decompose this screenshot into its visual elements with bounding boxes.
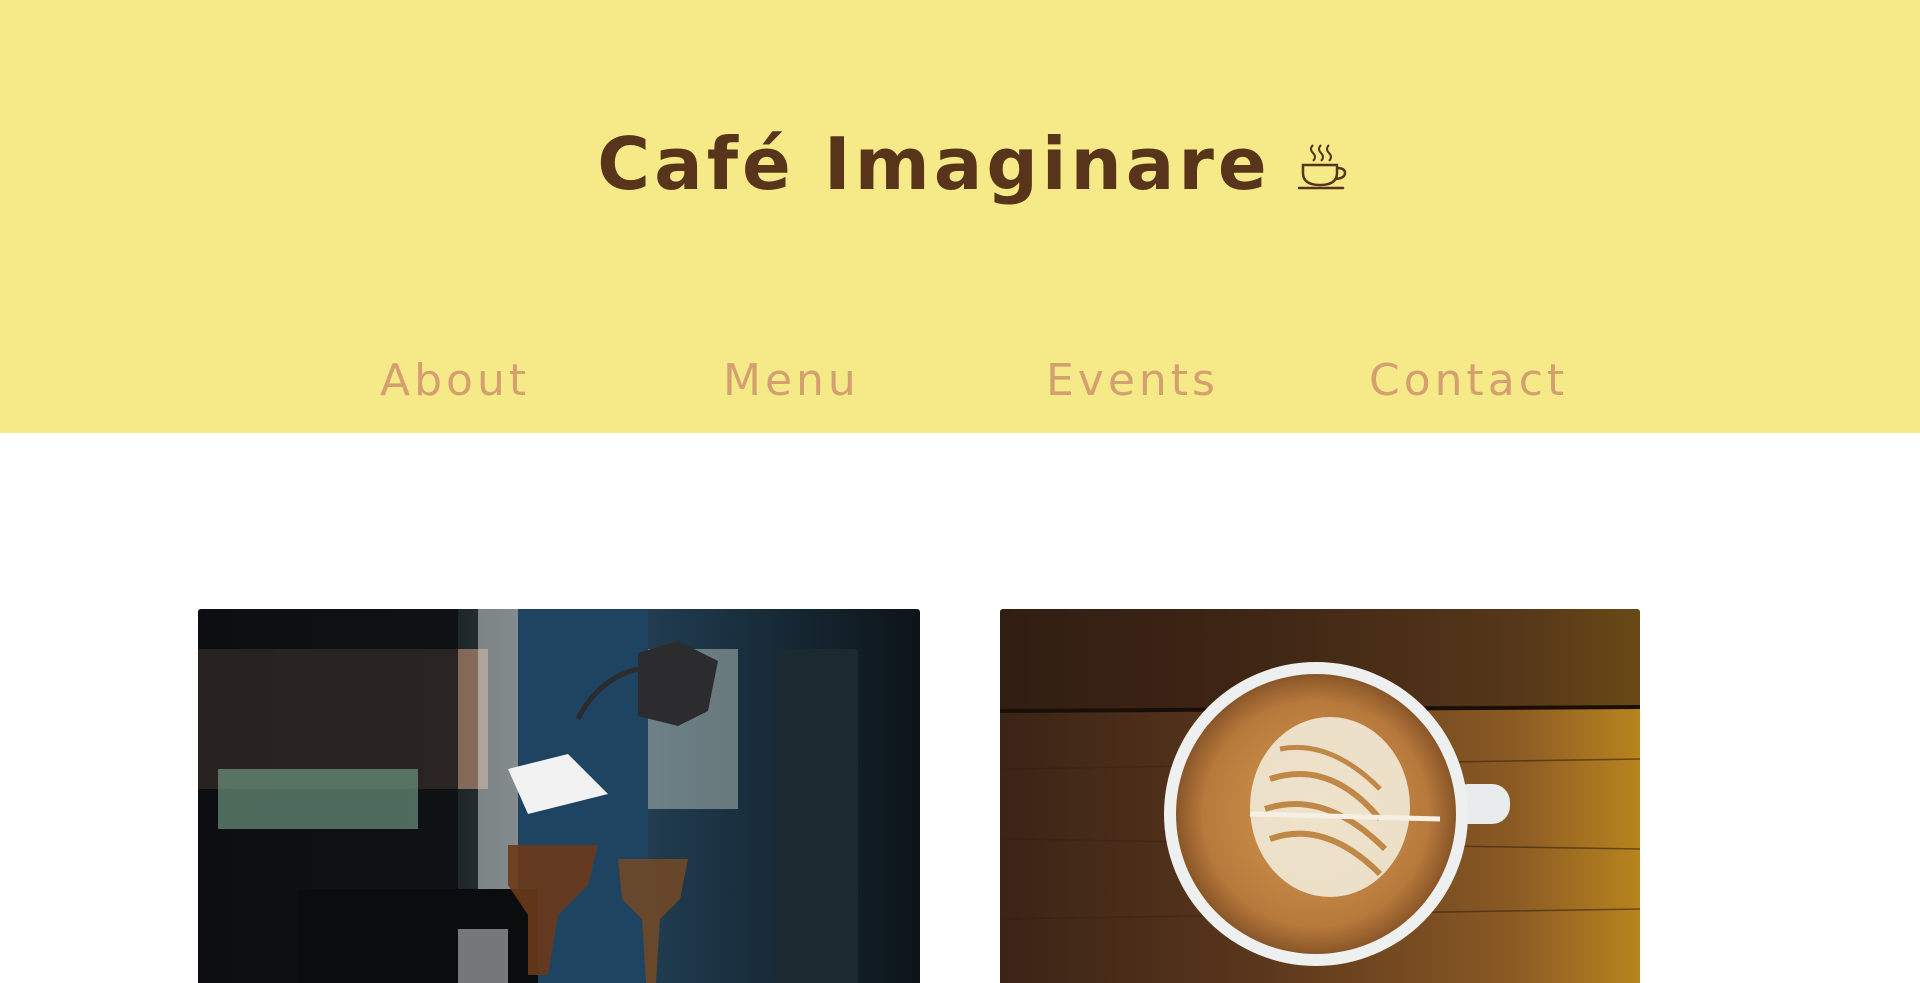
- brand: Café Imaginare: [0, 128, 1920, 200]
- nav-contact-link[interactable]: Contact: [1369, 355, 1568, 408]
- site-header: Café Imaginare About Menu Events Contact: [0, 0, 1920, 433]
- nav-events-link[interactable]: Events: [1046, 355, 1219, 408]
- coffee-cup-icon: [1297, 144, 1346, 190]
- nav-menu-link[interactable]: Menu: [723, 355, 860, 408]
- nav-about-link[interactable]: About: [380, 355, 530, 408]
- latte-art-photo[interactable]: [1000, 609, 1640, 983]
- pour-over-coffee-photo[interactable]: [198, 609, 920, 983]
- main-nav: About Menu Events Contact: [0, 355, 1920, 415]
- site-title[interactable]: Café Imaginare: [597, 128, 1270, 200]
